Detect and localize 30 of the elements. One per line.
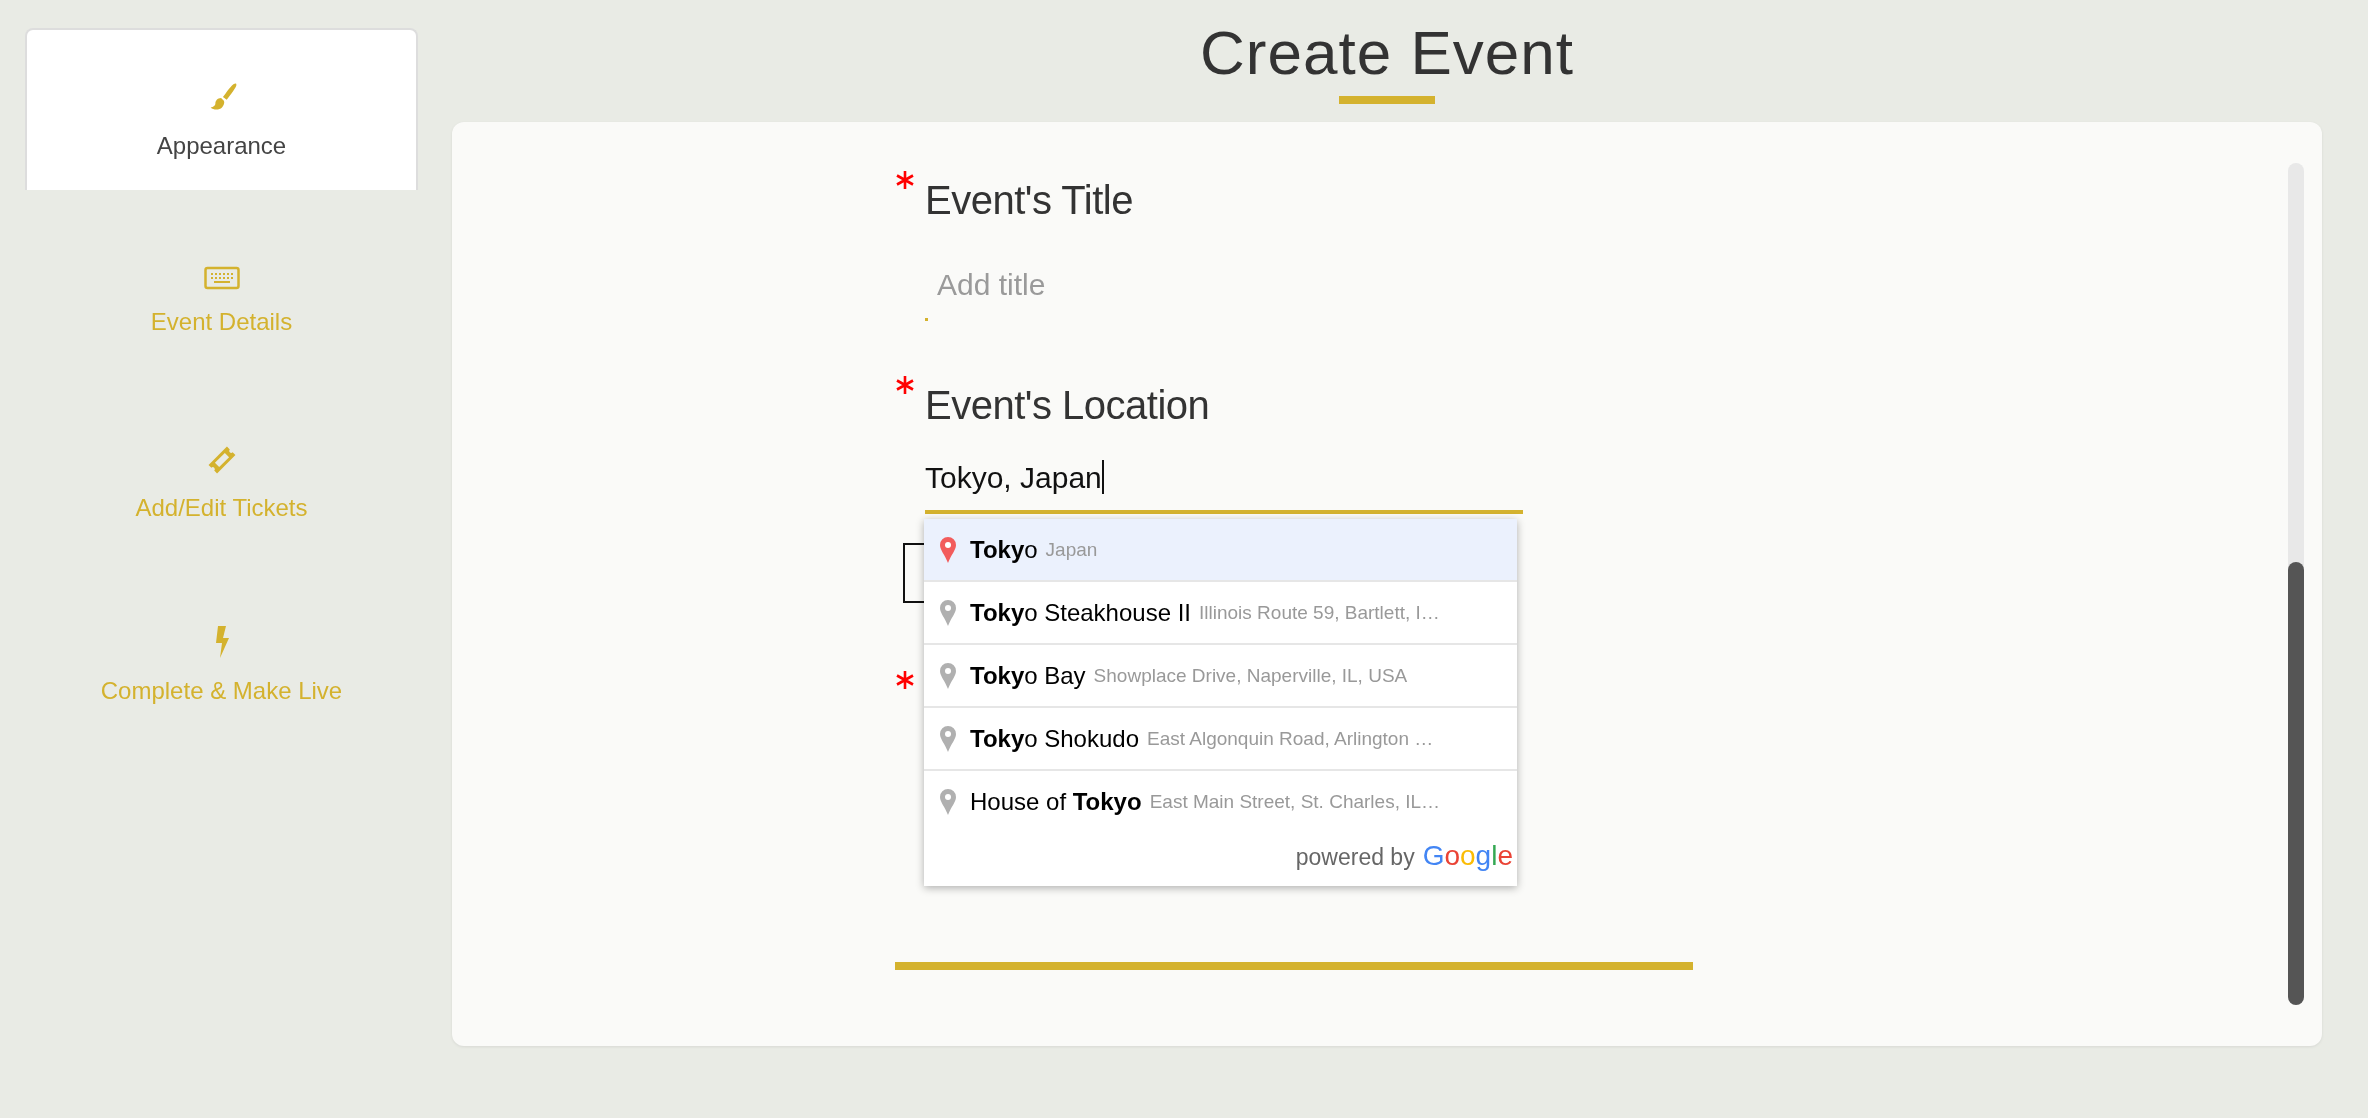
map-pin-icon <box>940 788 956 815</box>
page-title: Create Event <box>1200 18 1574 88</box>
suggestion-name: Tokyo Shokudo <box>970 724 1139 753</box>
suggestion-item[interactable]: Tokyo Japan <box>924 519 1517 580</box>
map-pin-icon <box>940 536 956 563</box>
suggestion-address: East Algonquin Road, Arlington … <box>1147 727 1434 750</box>
map-pin-icon <box>940 725 956 752</box>
suggestion-item[interactable]: Tokyo Shokudo East Algonquin Road, Arlington … <box>924 706 1517 769</box>
suggestion-address: Japan <box>1045 538 1098 561</box>
sidebar-item[interactable]: Appearance <box>25 28 418 190</box>
suggestion-address: Showplace Drive, Naperville, IL, USA <box>1093 664 1408 687</box>
field-label: Event's Title <box>925 177 1133 224</box>
title-input-field[interactable]: Add title <box>925 260 1509 310</box>
suggestion-name: Tokyo Bay <box>970 661 1086 690</box>
location-input-field[interactable]: Tokyo, Japan <box>925 455 1523 514</box>
suggestion-address: East Main Street, St. Charles, IL… <box>1149 790 1441 813</box>
suggestion-item[interactable]: House of Tokyo East Main Street, St. Charles, IL… <box>924 769 1517 832</box>
attribution-text: powered by <box>1295 844 1415 871</box>
scrollbar-thumb[interactable] <box>2288 562 2304 1005</box>
map-pin-icon <box>940 599 956 626</box>
field-label: Event's Location <box>925 382 1210 429</box>
suggestion-address: Illinois Route 59, Bartlett, I… <box>1199 601 1440 624</box>
keyboard-icon <box>203 266 240 290</box>
suggestion-item[interactable]: Tokyo Steakhouse II Illinois Route 59, Bartlett, I… <box>924 580 1517 643</box>
suggestion-name: Tokyo <box>970 535 1038 564</box>
google-logo: Google <box>1422 840 1513 872</box>
suggestion-name: House of Tokyo <box>970 787 1142 816</box>
map-pin-icon <box>940 662 956 689</box>
suggestion-item[interactable]: Tokyo Bay Showplace Drive, Naperville, IL, USA <box>924 643 1517 706</box>
suggestion-name: Tokyo Steakhouse II <box>970 598 1191 627</box>
